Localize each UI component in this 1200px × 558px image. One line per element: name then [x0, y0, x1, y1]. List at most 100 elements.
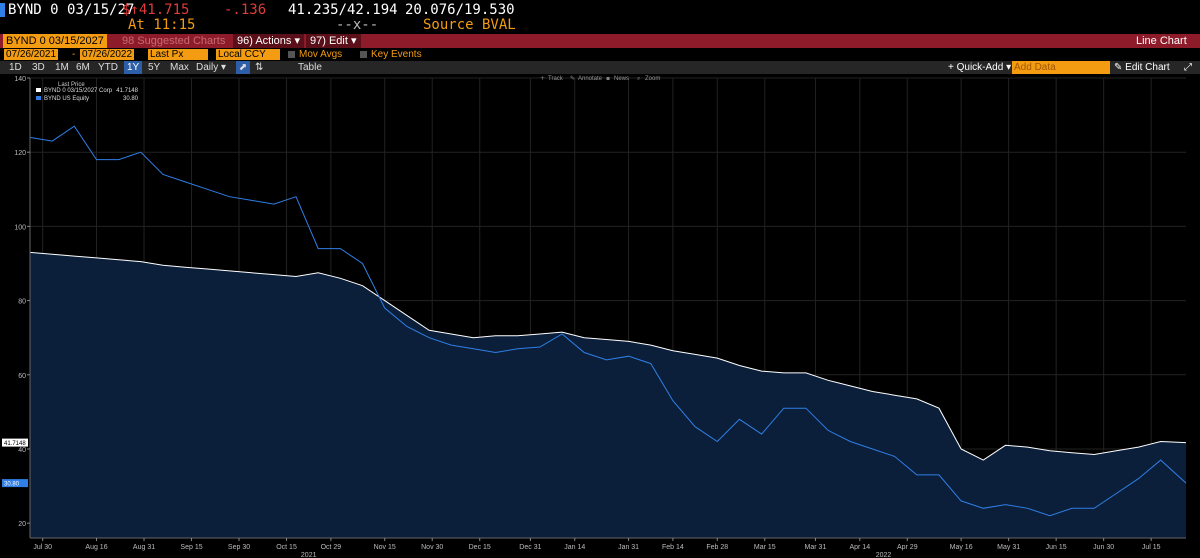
quote-last-price: $↑41.715 — [122, 2, 190, 18]
x-tick-label: Dec 31 — [519, 544, 541, 551]
legend-swatch — [36, 88, 41, 92]
x-tick-label: Dec 15 — [469, 544, 491, 551]
add-data-input[interactable]: Add Data — [1012, 61, 1110, 74]
period-1d[interactable]: 1D — [9, 61, 22, 74]
x-axis: Jul 30 Aug 16 Aug 31 Sep 15 Sep 30 Oct 15 Oct … — [30, 537, 1186, 558]
x-year-label: 2022 — [876, 552, 892, 558]
x-tick-label: Jun 15 — [1046, 544, 1067, 551]
edit-chart-button[interactable]: ✎ Edit Chart — [1114, 61, 1170, 74]
table-button[interactable]: Table — [298, 61, 322, 74]
period-1m[interactable]: 1M — [55, 61, 69, 74]
control-track[interactable]: Track — [548, 76, 564, 82]
frequency-select[interactable]: Daily ▾ — [196, 61, 226, 74]
x-tick-label: May 16 — [950, 544, 973, 551]
x-tick-label: Jul 15 — [1142, 544, 1161, 551]
control-icon: ⌕ — [637, 75, 640, 82]
last-value-labels: 41.7148 30.80 — [2, 438, 28, 488]
mov-avgs-toggle[interactable]: Mov Avgs — [288, 48, 342, 61]
period-1y[interactable]: 1Y — [124, 61, 143, 74]
x-tick-label: Aug 31 — [133, 544, 155, 551]
x-tick-label: Mar 31 — [805, 544, 827, 551]
x-tick-label: May 31 — [997, 544, 1020, 551]
bar-style-icon[interactable]: ⇅ — [255, 61, 263, 74]
quote-change: -.136 — [224, 2, 267, 18]
period-6m[interactable]: 6M — [76, 61, 90, 74]
period-max[interactable]: Max — [170, 61, 189, 74]
y-tick-label: 60 — [18, 373, 26, 380]
x-tick-label: Feb 14 — [662, 544, 684, 551]
x-tick-label: Nov 15 — [374, 544, 396, 551]
y-tick-label: 100 — [14, 224, 26, 231]
control-icon: ▪ — [606, 75, 610, 82]
quote-header: BYND 0 03/15/27 $↑41.715 -.136 At 11:15 … — [0, 0, 1200, 33]
period-3d[interactable]: 3D — [32, 61, 45, 74]
line-style-icon[interactable]: ⬈ — [236, 61, 250, 74]
y-axis: 20 40 60 80 100 120 140 — [14, 76, 31, 538]
line-chart: 20 40 60 80 100 120 140 Jul 30 Aug 16 Aug 31 Sep … — [2, 75, 1187, 558]
quote-bid-ask: 41.235/42.194 — [288, 2, 398, 18]
x-tick-label: Jun 30 — [1093, 544, 1114, 551]
x-tick-label: Sep 30 — [228, 544, 250, 551]
security-marker — [0, 3, 5, 17]
control-icon: + — [540, 75, 545, 82]
currency-select[interactable]: Local CCY — [216, 49, 280, 60]
period-ytd[interactable]: YTD — [98, 61, 118, 74]
bond-price-area — [30, 252, 1186, 538]
x-tick-label: Jan 31 — [618, 544, 639, 551]
key-events-toggle[interactable]: Key Events — [360, 48, 422, 61]
chart-toolbar: BYND 0 03/15/2027 98 Suggested Charts 96… — [0, 34, 1200, 48]
x-tick-label: Jul 30 — [33, 544, 52, 551]
period-row: 1D 3D 1M 6M YTD 1Y 5Y Max Daily ▾ ⬈ ⇅ Ta… — [0, 61, 1200, 74]
quote-bid-ask-sub: --x-- — [336, 17, 379, 33]
legend-value: 41.7148 — [116, 88, 138, 94]
quote-ticker: BYND 0 03/15/27 — [8, 2, 135, 18]
chart-legend: Last PriceBYND 0 03/15/2027 Corp 41.7148B… — [36, 82, 139, 102]
actions-menu[interactable]: 96) Actions ▾ — [233, 34, 304, 48]
security-field[interactable]: BYND 0 03/15/2027 — [3, 34, 107, 48]
date-separator: - — [72, 49, 76, 60]
last-value-text: 30.80 — [4, 482, 20, 488]
legend-name: BYND 0 03/15/2027 Corp — [44, 88, 113, 94]
key-events-label: Key Events — [371, 49, 422, 60]
x-tick-label: Apr 29 — [897, 544, 918, 551]
x-tick-label: Nov 30 — [421, 544, 443, 551]
quote-time: At 11:15 — [128, 17, 196, 33]
y-tick-label: 120 — [14, 150, 26, 157]
end-date-input[interactable]: 07/26/2022 — [80, 49, 135, 60]
mov-avgs-label: Mov Avgs — [299, 49, 343, 60]
x-tick-label: Sep 15 — [180, 544, 202, 551]
x-tick-label: Oct 29 — [321, 544, 342, 551]
x-tick-label: Feb 28 — [706, 544, 728, 551]
expand-icon[interactable]: ⤢ — [1184, 61, 1192, 74]
y-tick-label: 20 — [18, 521, 26, 528]
price-field-select[interactable]: Last Px — [148, 49, 208, 60]
control-icon: ✎ — [570, 75, 575, 82]
y-tick-label: 80 — [18, 299, 26, 306]
control-news[interactable]: News — [614, 76, 629, 82]
control-zoom[interactable]: Zoom — [645, 76, 660, 82]
last-value-text: 41.7148 — [4, 441, 26, 447]
y-tick-label: 140 — [14, 76, 26, 83]
x-tick-label: Aug 16 — [85, 544, 107, 551]
suggested-charts-button[interactable]: 98 Suggested Charts — [122, 34, 225, 48]
edit-menu[interactable]: 97) Edit ▾ — [306, 34, 361, 48]
legend-name: BYND US Equity — [44, 96, 89, 102]
legend-value: 30.80 — [123, 96, 139, 102]
x-tick-label: Oct 15 — [276, 544, 297, 551]
x-tick-label: Jan 14 — [564, 544, 585, 551]
period-5y[interactable]: 5Y — [148, 61, 160, 74]
x-year-label: 2021 — [301, 552, 317, 558]
x-tick-label: Apr 14 — [849, 544, 870, 551]
quote-source: Source BVAL — [423, 17, 516, 33]
quick-add-button[interactable]: + Quick-Add ▾ — [948, 61, 1011, 74]
legend-swatch — [36, 96, 41, 100]
quote-yields: 20.076/19.530 — [405, 2, 515, 18]
checkbox-icon — [360, 50, 367, 58]
checkbox-icon — [288, 50, 295, 58]
date-fields-row: 07/26/2021 - 07/26/2022 Last Px Local CC… — [0, 48, 1200, 61]
chart-type-title: Line Chart — [1136, 35, 1187, 47]
y-tick-label: 40 — [18, 447, 26, 454]
x-tick-label: Mar 15 — [754, 544, 776, 551]
start-date-input[interactable]: 07/26/2021 — [4, 49, 59, 60]
control-annotate[interactable]: Annotate — [578, 76, 603, 82]
